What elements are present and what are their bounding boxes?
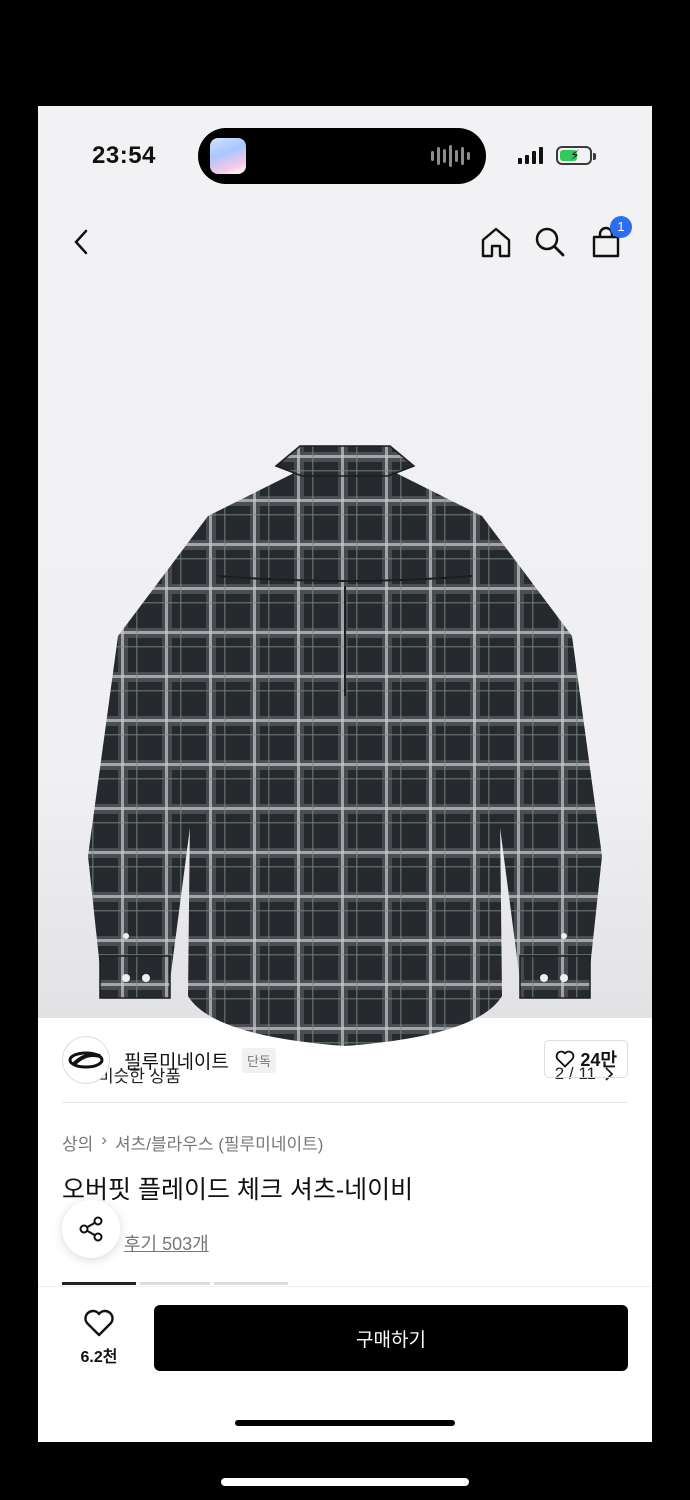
phone-screen: 23:54 ⚡ 비슷한 상품 2 / 11 1 필루미네이트 단독 24만 상의… — [38, 106, 652, 1442]
now-playing-artwork — [210, 138, 246, 174]
cart-button[interactable]: 1 — [586, 216, 632, 262]
review-link[interactable]: 후기 503개 — [124, 1230, 209, 1256]
breadcrumb-category[interactable]: 상의 — [62, 1130, 93, 1155]
option-tab[interactable] — [140, 1282, 210, 1285]
cart-count-badge: 1 — [610, 216, 632, 238]
battery-icon: ⚡ — [556, 146, 596, 165]
wishlist-button[interactable]: 6.2천 — [68, 1309, 130, 1367]
home-icon — [481, 227, 511, 258]
buy-button[interactable]: 구매하기 — [154, 1305, 628, 1371]
status-time: 23:54 — [92, 142, 156, 169]
wishlist-count: 6.2천 — [80, 1349, 118, 1366]
divider — [62, 1102, 628, 1103]
brand-name[interactable]: 필루미네이트 — [124, 1047, 229, 1074]
back-icon — [74, 229, 88, 255]
breadcrumb: 상의 › 셔츠/블라우스 (필루미네이트) — [62, 1130, 323, 1155]
home-indicator[interactable] — [235, 1420, 455, 1426]
dynamic-island[interactable] — [198, 128, 486, 184]
top-navigation: 1 — [38, 206, 652, 278]
heart-icon — [556, 1050, 575, 1068]
option-tab[interactable] — [62, 1282, 136, 1285]
plaid-shirt-image — [88, 445, 602, 1046]
brand-like-count: 24만 — [580, 1050, 617, 1070]
audio-wave-icon — [431, 144, 470, 168]
brand-row: 필루미네이트 단독 24만 — [62, 1034, 628, 1086]
status-bar: 23:54 ⚡ — [38, 106, 652, 206]
share-button[interactable] — [62, 1200, 120, 1258]
brand-like-button[interactable]: 24만 — [544, 1040, 628, 1078]
search-icon — [535, 227, 565, 257]
purchase-bar: 6.2천 구매하기 — [38, 1286, 652, 1442]
option-tab[interactable] — [214, 1282, 288, 1285]
cellular-signal-icon — [518, 146, 543, 164]
exclusive-badge: 단독 — [242, 1048, 276, 1073]
brand-logo[interactable] — [62, 1036, 110, 1084]
back-button[interactable] — [62, 222, 102, 262]
search-button[interactable] — [530, 222, 570, 262]
home-button[interactable] — [476, 222, 516, 262]
heart-icon — [84, 1309, 114, 1337]
product-image[interactable]: 비슷한 상품 2 / 11 — [38, 206, 652, 1092]
share-icon — [79, 1216, 103, 1242]
outer-home-indicator[interactable] — [221, 1478, 469, 1486]
product-title: 오버핏 플레이드 체크 셔츠-네이비 — [62, 1176, 414, 1204]
breadcrumb-separator-icon: › — [101, 1130, 107, 1149]
brand-logo-mark — [68, 1051, 104, 1069]
breadcrumb-subcategory[interactable]: 셔츠/블라우스 (필루미네이트) — [115, 1130, 323, 1155]
